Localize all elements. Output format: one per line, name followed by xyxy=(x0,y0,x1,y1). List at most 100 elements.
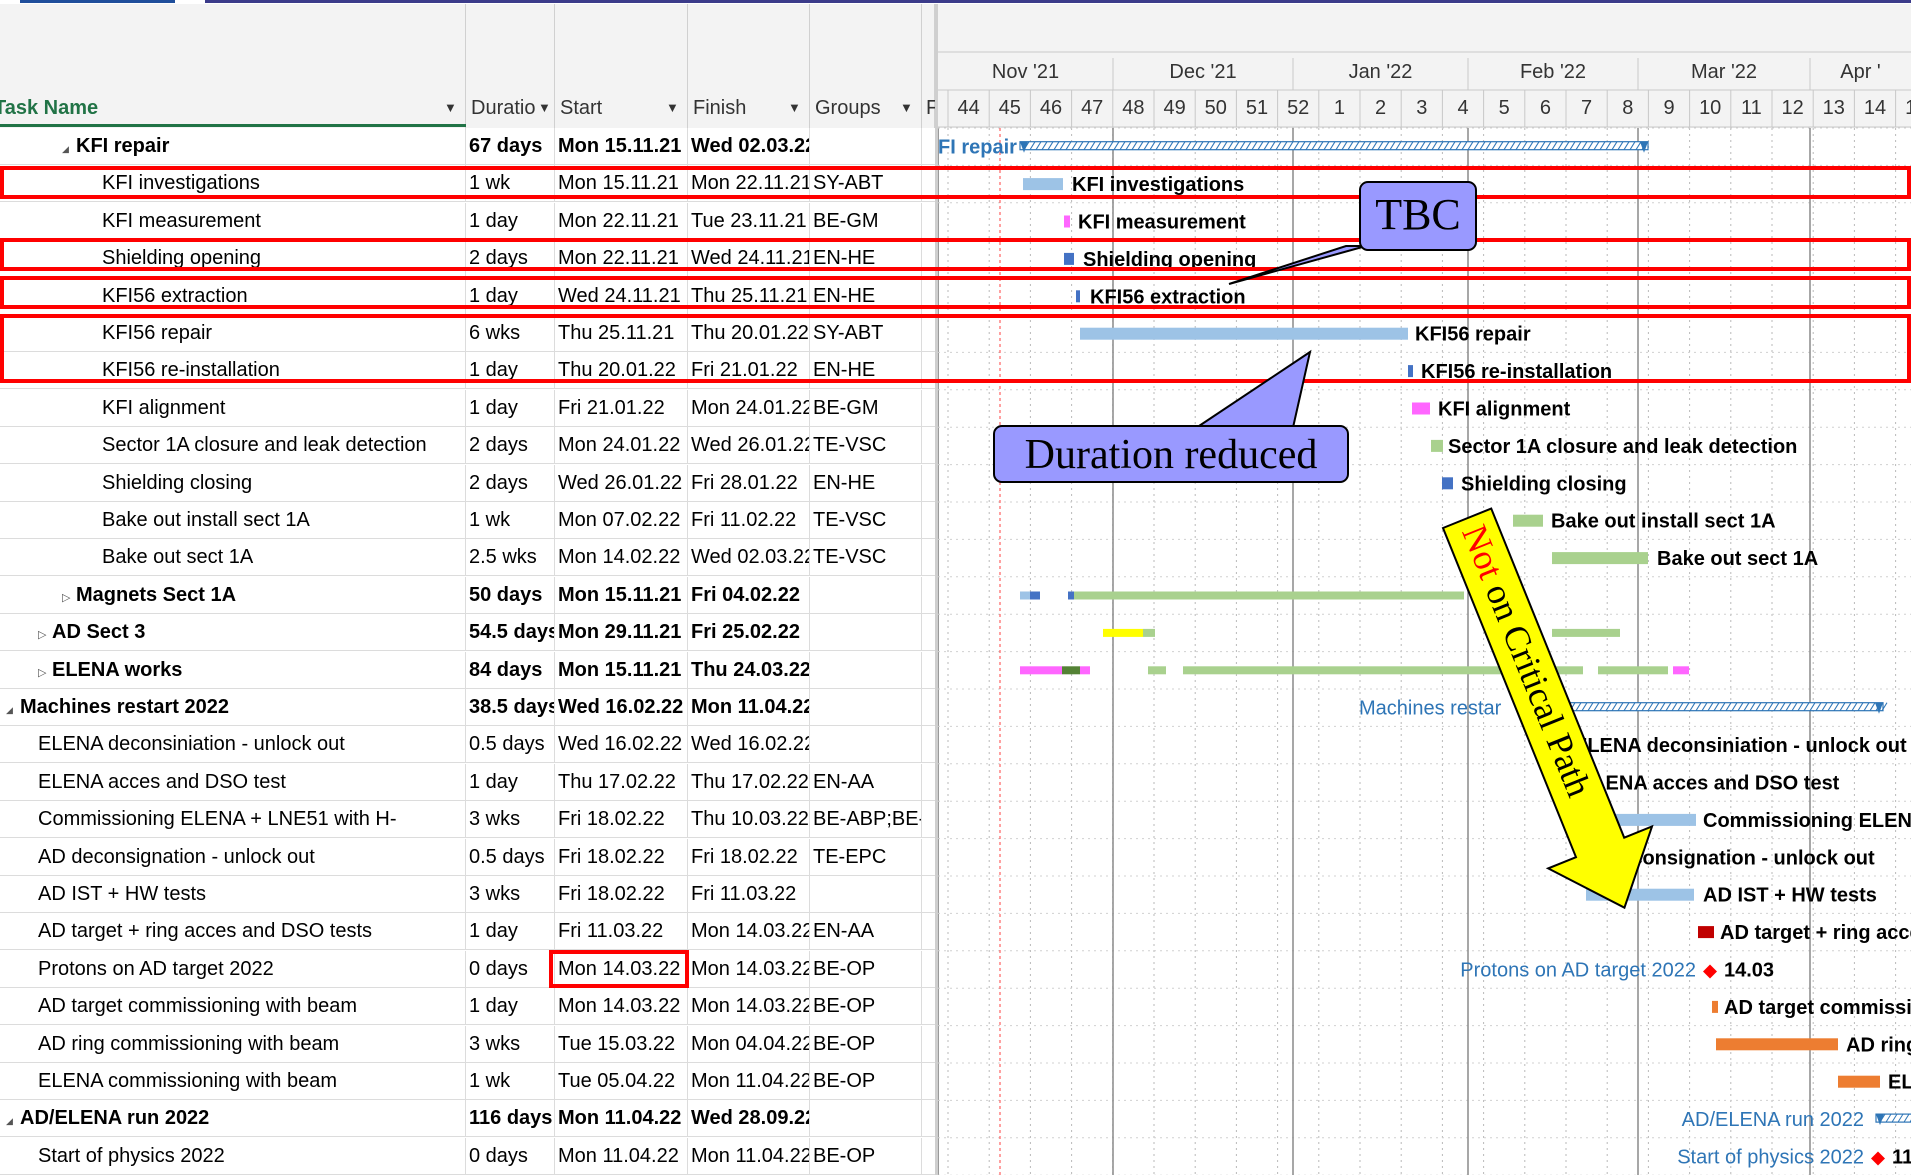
cell-finish[interactable]: Fri 11.03.22 xyxy=(688,876,810,912)
cell-duration[interactable]: 3 wks xyxy=(466,876,555,912)
cell-duration[interactable]: 3 wks xyxy=(466,801,555,838)
collapse-icon[interactable]: ◢ xyxy=(6,692,20,725)
cell-group[interactable] xyxy=(810,876,922,912)
cell-finish[interactable]: Mon 24.01.22 xyxy=(688,389,810,426)
cell-duration[interactable]: 38.5 days xyxy=(466,689,555,725)
task-name-filter-icon[interactable]: ▼ xyxy=(444,96,457,120)
cell-start[interactable]: Wed 16.02.22 xyxy=(555,726,688,763)
expand-icon[interactable]: ▷ xyxy=(38,655,52,688)
cell-duration[interactable]: 84 days xyxy=(466,651,555,688)
cell-duration[interactable]: 1 day xyxy=(466,202,555,239)
header-start[interactable]: Start xyxy=(560,96,640,120)
cell-finish[interactable]: Mon 14.03.22 xyxy=(688,988,810,1025)
cell-duration[interactable]: 116 days xyxy=(466,1100,555,1137)
cell-name[interactable]: Protons on AD target 2022 xyxy=(0,950,466,987)
cell-name[interactable]: Bake out install sect 1A xyxy=(0,502,466,538)
duration-filter-icon[interactable]: ▼ xyxy=(538,96,551,120)
cell-start[interactable]: Mon 15.11.21 xyxy=(555,128,688,164)
gantt-bar[interactable] xyxy=(1431,439,1443,452)
cell-group[interactable] xyxy=(810,576,922,613)
cell-finish[interactable]: Thu 10.03.22 xyxy=(688,801,810,838)
gantt-bar[interactable] xyxy=(1020,591,1030,600)
cell-duration[interactable]: 1 wk xyxy=(466,1063,555,1099)
table-row[interactable]: KFI56 repair 6 wks Thu 25.11.21 Thu 20.01.2… xyxy=(0,315,935,352)
cell-name[interactable]: ▷ ELENA works xyxy=(0,651,466,688)
gantt-bar[interactable] xyxy=(1716,1038,1838,1051)
cell-start[interactable]: Mon 07.02.22 xyxy=(555,502,688,538)
gantt-bar[interactable] xyxy=(1064,252,1074,265)
cell-finish[interactable]: Wed 16.02.22 xyxy=(688,726,810,763)
gantt-bar[interactable] xyxy=(1586,888,1694,901)
table-row[interactable]: ▷ AD Sect 3 54.5 days Mon 29.11.21 Fri 25.02… xyxy=(0,614,935,652)
table-row[interactable]: ◢ KFI repair 67 days Mon 15.11.21 Wed 02.03.… xyxy=(0,128,935,165)
cell-finish[interactable]: Fri 04.02.22 xyxy=(688,576,810,613)
gantt-bar[interactable] xyxy=(1074,591,1464,600)
cell-duration[interactable]: 0.5 days xyxy=(466,726,555,763)
cell-name[interactable]: AD IST + HW tests xyxy=(0,876,466,912)
gantt-bar[interactable] xyxy=(1552,628,1620,637)
cell-name[interactable]: ◢ KFI repair xyxy=(0,128,466,164)
cell-duration[interactable]: 1 day xyxy=(466,913,555,950)
cell-start[interactable]: Fri 21.01.22 xyxy=(555,389,688,426)
table-row[interactable]: KFI56 extraction 1 day Wed 24.11.21 Thu 25.… xyxy=(0,277,935,315)
table-row[interactable]: ◢ AD/ELENA run 2022 116 days Mon 11.04.22 We… xyxy=(0,1100,935,1138)
groups-filter-icon[interactable]: ▼ xyxy=(900,96,913,120)
cell-name[interactable]: Bake out sect 1A xyxy=(0,539,466,576)
gantt-bar[interactable] xyxy=(1408,365,1413,378)
cell-finish[interactable]: Mon 11.04.22 xyxy=(688,689,810,725)
cell-group[interactable]: EN-HE xyxy=(810,464,922,501)
gantt-bar[interactable] xyxy=(1080,327,1408,340)
cell-group[interactable] xyxy=(810,726,922,763)
table-row[interactable]: Shielding closing 2 days Wed 26.01.22 Fri 2… xyxy=(0,464,935,502)
gantt-bar[interactable] xyxy=(1062,666,1080,675)
cell-group[interactable]: SY-ABT xyxy=(810,165,922,202)
table-row[interactable]: ▷ ELENA works 84 days Mon 15.11.21 Thu 24.03… xyxy=(0,651,935,689)
cell-group[interactable]: EN-HE xyxy=(810,352,922,389)
cell-group[interactable]: BE-ABP;BE-O xyxy=(810,801,922,838)
cell-duration[interactable]: 0.5 days xyxy=(466,838,555,875)
cell-name[interactable]: Sector 1A closure and leak detection xyxy=(0,427,466,464)
cell-finish[interactable]: Mon 04.04.22 xyxy=(688,1025,810,1062)
start-filter-icon[interactable]: ▼ xyxy=(666,96,679,120)
expand-icon[interactable]: ▷ xyxy=(62,580,76,613)
cell-duration[interactable]: 2 days xyxy=(466,427,555,464)
cell-name[interactable]: Commissioning ELENA + LNE51 with H- xyxy=(0,801,466,838)
cell-start[interactable]: Tue 15.03.22 xyxy=(555,1025,688,1062)
gantt-bar[interactable] xyxy=(1673,666,1689,675)
expand-icon[interactable]: ▷ xyxy=(38,617,52,650)
gantt-bar[interactable] xyxy=(1023,178,1063,191)
cell-duration[interactable]: 3 wks xyxy=(466,1025,555,1062)
table-row[interactable]: KFI measurement 1 day Mon 22.11.21 Tue 23.1… xyxy=(0,202,935,240)
table-row[interactable]: ELENA acces and DSO test 1 day Thu 17.02.2… xyxy=(0,763,935,801)
cell-start[interactable]: Wed 24.11.21 xyxy=(555,277,688,314)
cell-name[interactable]: ELENA deconsiniation - unlock out xyxy=(0,726,466,763)
cell-duration[interactable]: 1 day xyxy=(466,988,555,1025)
gantt-bar[interactable] xyxy=(1698,926,1714,939)
cell-name[interactable]: KFI56 repair xyxy=(0,315,466,351)
gantt-bar[interactable] xyxy=(1838,1075,1880,1088)
table-row[interactable]: ◢ Machines restart 2022 38.5 days Wed 16.02… xyxy=(0,689,935,726)
cell-name[interactable]: KFI measurement xyxy=(0,202,466,239)
table-row[interactable]: KFI alignment 1 day Fri 21.01.22 Mon 24.01.… xyxy=(0,389,935,427)
cell-group[interactable] xyxy=(810,689,922,725)
cell-duration[interactable]: 1 wk xyxy=(466,502,555,538)
cell-name[interactable]: AD target + ring acces and DSO tests xyxy=(0,913,466,950)
cell-finish[interactable]: Fri 18.02.22 xyxy=(688,838,810,875)
cell-start[interactable]: Tue 05.04.22 xyxy=(555,1063,688,1099)
cell-name[interactable]: ▷ Magnets Sect 1A xyxy=(0,576,466,613)
cell-name[interactable]: KFI investigations xyxy=(0,165,466,202)
cell-duration[interactable]: 67 days xyxy=(466,128,555,164)
gantt-bar[interactable] xyxy=(1552,552,1648,565)
cell-start[interactable]: Thu 20.01.22 xyxy=(555,352,688,389)
cell-finish[interactable]: Fri 11.02.22 xyxy=(688,502,810,538)
cell-group[interactable]: TE-EPC xyxy=(810,838,922,875)
cell-name[interactable]: ▷ AD Sect 3 xyxy=(0,614,466,651)
cell-duration[interactable]: 1 day xyxy=(466,352,555,389)
cell-name[interactable]: KFI56 extraction xyxy=(0,277,466,314)
milestone-diamond[interactable] xyxy=(1871,1151,1885,1166)
cell-group[interactable] xyxy=(810,614,922,651)
header-extra[interactable]: F xyxy=(926,96,935,120)
cell-name[interactable]: ◢ Machines restart 2022 xyxy=(0,689,466,725)
table-row[interactable]: AD IST + HW tests 3 wks Fri 18.02.22 Fri 11… xyxy=(0,876,935,913)
header-task-name[interactable]: Task Name xyxy=(0,96,144,120)
